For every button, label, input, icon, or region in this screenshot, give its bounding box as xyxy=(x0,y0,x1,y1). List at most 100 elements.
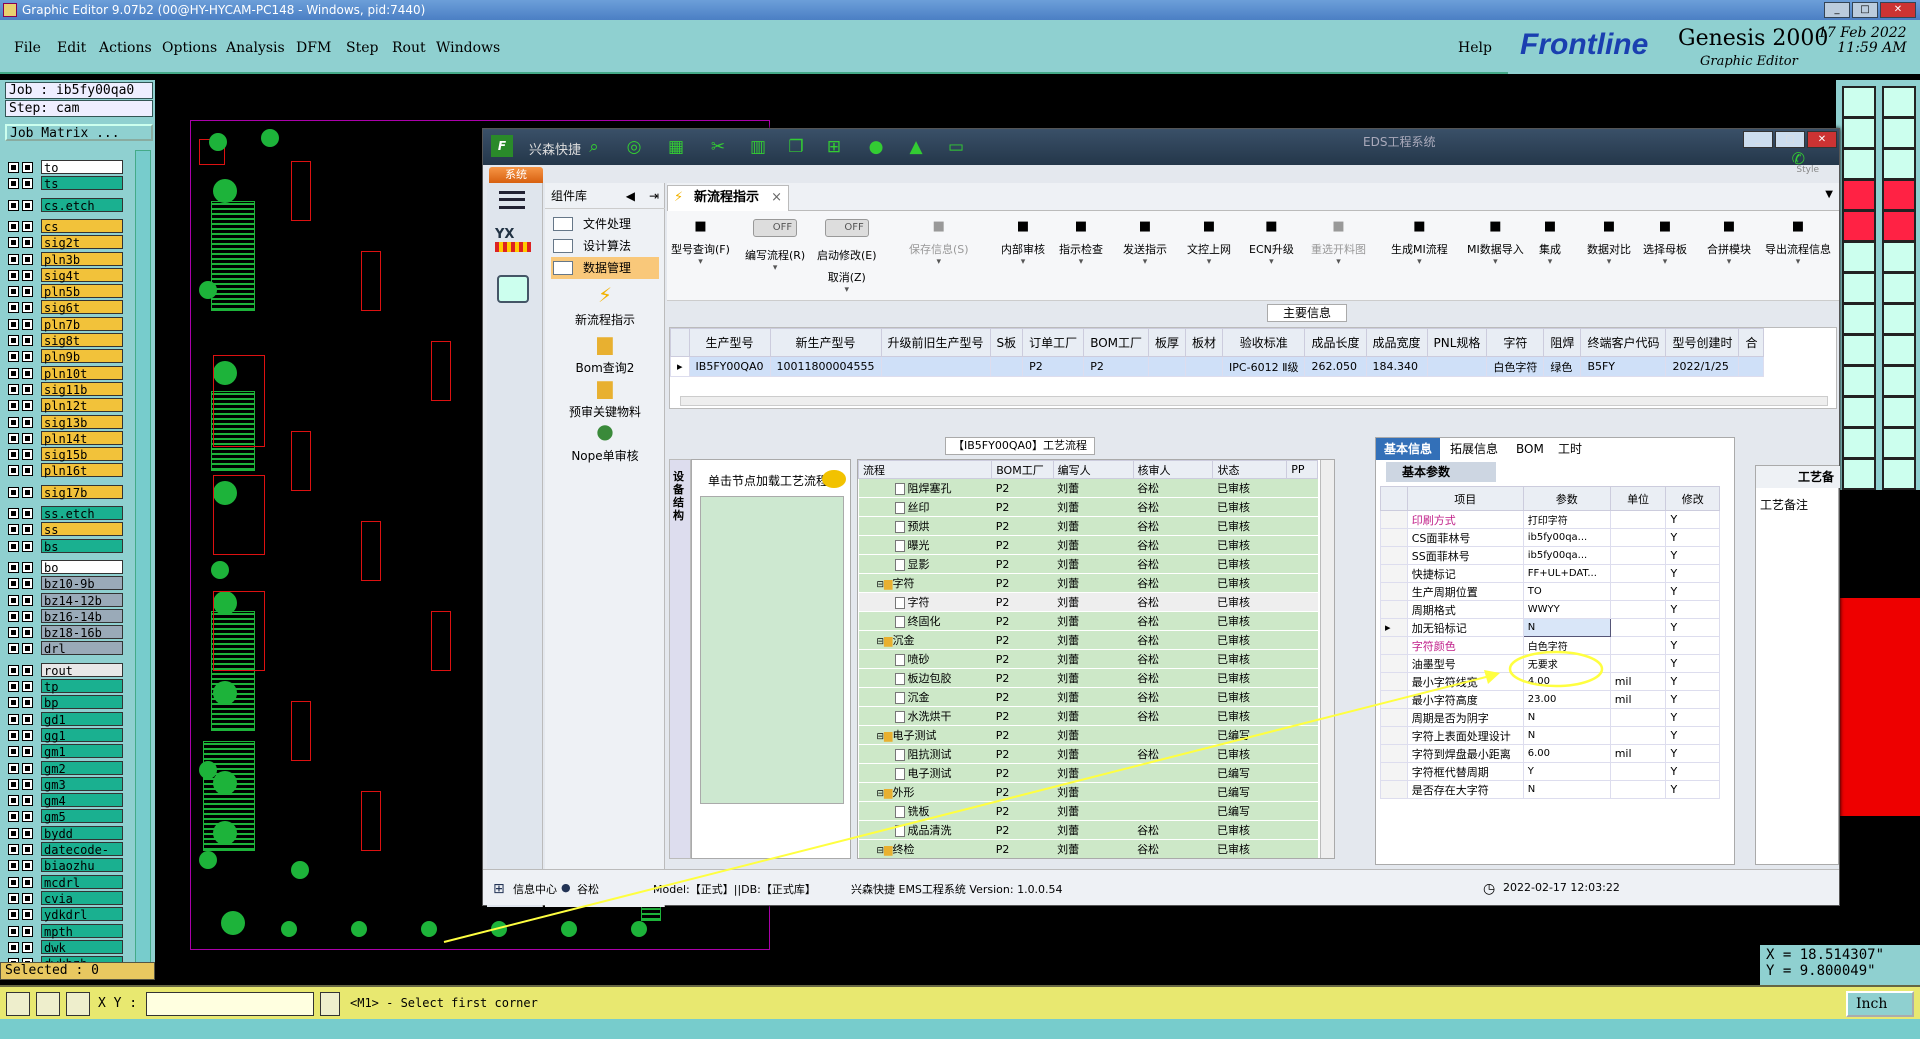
tool-button[interactable] xyxy=(1882,365,1916,397)
layer-gm3[interactable]: gm3 xyxy=(8,776,123,792)
layer-cs-etch[interactable]: cs.etch xyxy=(8,197,123,213)
column-header[interactable]: 板厚 xyxy=(1148,328,1187,357)
scissors-icon[interactable]: ✂ xyxy=(707,136,729,158)
layer-gm5[interactable]: gm5 xyxy=(8,809,123,824)
layer-checkbox[interactable] xyxy=(22,540,33,552)
layer-checkbox[interactable] xyxy=(22,237,33,249)
new-flow-instruction-button[interactable]: ⚡ 新流程指示 xyxy=(545,283,665,328)
layer-checkbox[interactable] xyxy=(22,610,33,622)
tool-button[interactable] xyxy=(1882,210,1916,242)
param-row[interactable]: SS面菲林号 ib5fy00qa... Y xyxy=(1380,546,1720,565)
measure-icon[interactable] xyxy=(36,992,60,1016)
table-cell[interactable] xyxy=(880,356,991,377)
layer-bz14-12b[interactable]: bz14-12b xyxy=(8,592,123,608)
layer-checkbox[interactable] xyxy=(8,713,19,725)
layer-checkbox[interactable] xyxy=(8,892,19,904)
main-table-hscroll[interactable] xyxy=(680,396,1828,406)
table-cell[interactable]: 10011800004555 xyxy=(769,356,882,377)
tool-button[interactable] xyxy=(1882,117,1916,149)
param-row[interactable]: 最小字符线宽 4.00 mil Y xyxy=(1380,672,1720,691)
param-row[interactable]: 周期是否为阴字 N Y xyxy=(1380,708,1720,727)
toolbar-search-button[interactable]: ■ 型号查询(F) ▾ xyxy=(671,219,730,267)
layer-checkbox[interactable] xyxy=(22,941,33,953)
layer-checkbox[interactable] xyxy=(22,465,33,477)
layer-checkbox[interactable] xyxy=(22,383,33,395)
layer-sig4t[interactable]: sig4t xyxy=(8,267,123,283)
table-cell[interactable]: P2 xyxy=(1022,356,1085,377)
table-cell[interactable]: IPC-6012 Ⅱ级 xyxy=(1222,356,1306,377)
layer-gm4[interactable]: gm4 xyxy=(8,793,123,808)
layer-to[interactable]: to xyxy=(8,160,123,175)
layer-checkbox[interactable] xyxy=(8,827,19,839)
tool-button[interactable] xyxy=(1882,396,1916,428)
layer-pln7b[interactable]: pln7b xyxy=(8,316,123,332)
node-area[interactable] xyxy=(700,496,844,804)
layer-gm1[interactable]: gm1 xyxy=(8,744,123,759)
globe-icon[interactable]: ◎ xyxy=(623,136,645,158)
tree-row[interactable]: 铣板 P2 刘蕾 已编写 xyxy=(858,801,1318,821)
layer-scrollbar[interactable] xyxy=(135,150,151,970)
column-header[interactable]: 字符 xyxy=(1486,328,1545,357)
toolbar-gears-button[interactable]: ■ 生成MI流程 ▾ xyxy=(1391,219,1448,267)
tab-bom[interactable]: BOM xyxy=(1508,438,1552,460)
tool-button[interactable] xyxy=(1842,427,1876,459)
pin-icon[interactable]: ⇥ xyxy=(649,183,659,209)
units-button[interactable]: Inch xyxy=(1846,991,1914,1017)
toolbar-shuffle-button[interactable]: ■ 选择母板 ▾ xyxy=(1643,219,1687,267)
param-row[interactable]: 生产周期位置 TO Y xyxy=(1380,582,1720,601)
layer-checkbox[interactable] xyxy=(22,811,33,823)
toolbar-toggle-off-button[interactable]: OFF 启动修改(E) 取消(Z) ▾ xyxy=(817,219,877,295)
tool-button[interactable] xyxy=(1882,241,1916,273)
layer-checkbox[interactable] xyxy=(22,561,33,573)
layer-checkbox[interactable] xyxy=(8,416,19,428)
tool-button[interactable] xyxy=(1842,272,1876,304)
menu-step[interactable]: Step xyxy=(346,40,378,56)
table-cell[interactable]: 白色字符 xyxy=(1486,356,1545,377)
layer-checkbox[interactable] xyxy=(22,432,33,444)
layer-sig15b[interactable]: sig15b xyxy=(8,447,123,462)
param-row[interactable]: 印刷方式 打印字符 Y xyxy=(1380,510,1720,529)
toolbar-image-button[interactable]: ■ 重选开料图 ▾ xyxy=(1311,219,1366,267)
tree-row[interactable]: 终固化 P2 刘蕾 谷松 已审核 xyxy=(858,611,1318,631)
tool-button[interactable] xyxy=(1842,303,1876,335)
layer-checkbox[interactable] xyxy=(22,746,33,758)
process-side-tab[interactable]: 设备结构 xyxy=(669,459,691,859)
layer-checkbox[interactable] xyxy=(22,627,33,639)
menu-file[interactable]: File xyxy=(14,40,41,56)
layer-checkbox[interactable] xyxy=(22,220,33,232)
layer-checkbox[interactable] xyxy=(8,860,19,872)
layer-checkbox[interactable] xyxy=(22,778,33,790)
column-header[interactable]: 编写人 xyxy=(1052,460,1134,479)
layer-rout[interactable]: rout xyxy=(8,662,123,678)
table-cell[interactable] xyxy=(1185,356,1224,377)
column-header[interactable]: 成品长度 xyxy=(1304,328,1367,357)
layer-sig8t[interactable]: sig8t xyxy=(8,333,123,348)
table-cell[interactable] xyxy=(989,356,1024,377)
layer-checkbox[interactable] xyxy=(22,178,33,190)
layer-checkbox[interactable] xyxy=(8,220,19,232)
layer-mcdrl[interactable]: mcdrl xyxy=(8,874,123,890)
tool-button[interactable] xyxy=(1882,272,1916,304)
layer-checkbox[interactable] xyxy=(22,302,33,314)
layer-checkbox[interactable] xyxy=(22,400,33,412)
layer-gg1[interactable]: gg1 xyxy=(8,727,123,743)
search-icon[interactable]: ⌕ xyxy=(583,136,605,158)
tree-row[interactable]: 显影 P2 刘蕾 谷松 已审核 xyxy=(858,554,1318,574)
layer-mpth[interactable]: mpth xyxy=(8,923,123,939)
tool-button[interactable] xyxy=(1842,86,1876,118)
comp-file-processing[interactable]: 文件处理 xyxy=(551,213,659,235)
table-cell[interactable] xyxy=(1426,356,1488,377)
layer-sig17b[interactable]: sig17b xyxy=(8,484,123,500)
column-header[interactable]: 阻焊 xyxy=(1543,328,1582,357)
tool-button[interactable] xyxy=(1882,303,1916,335)
tree-row[interactable]: ⊟▆外形 P2 刘蕾 已编写 xyxy=(858,782,1318,802)
layer-checkbox[interactable] xyxy=(8,508,19,519)
tree-row[interactable]: 阻抗测试 P2 刘蕾 谷松 已审核 xyxy=(858,744,1318,764)
tree-row[interactable]: ⊟▆字符 P2 刘蕾 谷松 已审核 xyxy=(858,573,1318,593)
column-header[interactable]: 验收标准 xyxy=(1222,328,1306,357)
tree-row[interactable]: ⊟▆沉金 P2 刘蕾 谷松 已审核 xyxy=(858,630,1318,650)
column-header[interactable]: 流程 xyxy=(858,460,993,479)
layer-checkbox[interactable] xyxy=(8,199,19,211)
toolbar-save-button[interactable]: ■ 保存信息(S) ▾ xyxy=(909,219,969,267)
eds-close-button[interactable]: ✕ xyxy=(1807,131,1837,148)
